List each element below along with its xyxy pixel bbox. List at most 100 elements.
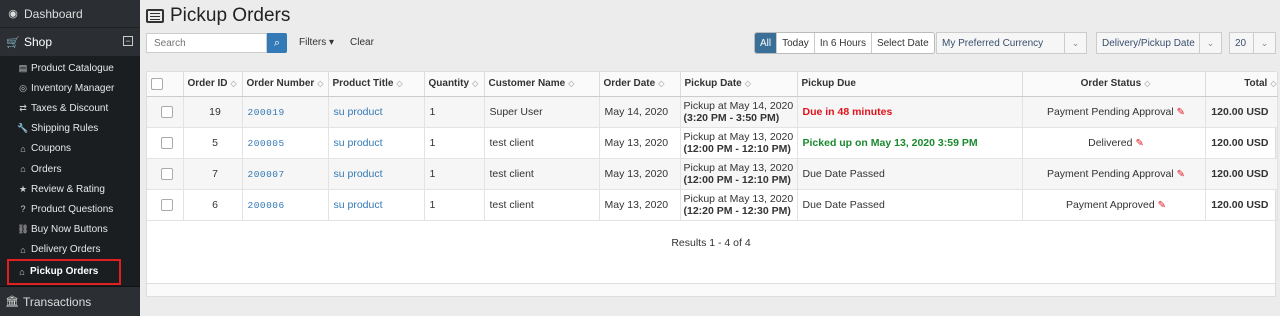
column-header-pickup-date[interactable]: Pickup Date ◇ (680, 72, 798, 97)
currency-select[interactable]: My Preferred Currency ⌄ (936, 32, 1087, 54)
sort-icon[interactable]: ◇ (231, 79, 237, 88)
edit-icon[interactable]: ✎ (1158, 200, 1166, 211)
pickup-due-cell: Due in 48 minutes (797, 96, 1023, 128)
column-header-label: Order Status (1080, 78, 1142, 90)
column-header-quantity[interactable]: Quantity ◇ (424, 72, 485, 97)
sidebar-item-label: Shipping Rules (31, 123, 99, 135)
pickup-date-line: Pickup at May 13, 2020 (683, 192, 794, 205)
order-date-cell: May 13, 2020 (599, 189, 681, 221)
table-row[interactable]: 7 200007 su product 1 test client May 13, 202… (147, 158, 1278, 190)
column-header-pickup-due[interactable]: Pickup Due (797, 72, 1023, 97)
pickup-time-window: (3:20 PM - 3:50 PM) (683, 111, 780, 124)
order-number-link[interactable]: 200005 (248, 138, 285, 149)
column-header-order-id[interactable]: Order ID ◇ (183, 72, 243, 97)
order-number-link[interactable]: 200019 (248, 107, 285, 118)
sort-icon[interactable]: ◇ (745, 79, 751, 88)
pickup-due-text: Due in 48 minutes (802, 105, 893, 118)
filters-dropdown[interactable]: Filters ▾ (299, 37, 334, 48)
product-title-link[interactable]: su product (334, 168, 383, 180)
range-select-date-button[interactable]: Select Date (872, 33, 934, 53)
order-status-text: Payment Approved (1065, 198, 1155, 211)
sidebar-item-label: Delivery Orders (31, 244, 101, 256)
select-all-header[interactable] (147, 72, 184, 97)
order-number-cell: 200019 (242, 96, 329, 128)
sidebar-item-orders[interactable]: ⌂ Orders (0, 159, 140, 179)
table-row[interactable]: 19 200019 su product 1 Super User May 14, 202… (147, 96, 1278, 128)
range-today-button[interactable]: Today (777, 33, 815, 53)
customer-name-cell: Super User (484, 96, 600, 128)
sidebar: ◉ Dashboard 🛒 Shop − ▤ Product Catalogue ◎… (0, 0, 140, 316)
range-in-6-hours-button[interactable]: In 6 Hours (815, 33, 872, 53)
page-size-select[interactable]: 20 ⌄ (1229, 32, 1276, 54)
sort-icon[interactable]: ◇ (396, 79, 402, 88)
column-header-order-number[interactable]: Order Number ◇ (242, 72, 329, 97)
product-title-link[interactable]: su product (334, 137, 383, 149)
range-all-button[interactable]: All (755, 33, 778, 53)
sort-icon[interactable]: ◇ (568, 79, 574, 88)
product-title-link[interactable]: su product (334, 199, 383, 211)
edit-icon[interactable]: ✎ (1177, 169, 1185, 180)
sidebar-item-shipping-rules[interactable]: 🔧 Shipping Rules (0, 119, 140, 139)
date-type-select-value: Delivery/Pickup Date (1102, 37, 1195, 49)
sidebar-item-review-rating[interactable]: ★ Review & Rating (0, 179, 140, 199)
pickup-due-cell: Picked up on May 13, 2020 3:59 PM (797, 127, 1023, 159)
order-number-link[interactable]: 200007 (248, 169, 285, 180)
search-input[interactable] (146, 33, 267, 53)
column-header-label: Pickup Date (684, 78, 742, 90)
order-status-text: Payment Pending Approval (1046, 105, 1174, 118)
column-header-label: Order Date (603, 78, 656, 90)
row-checkbox[interactable] (161, 136, 174, 149)
date-type-select[interactable]: Delivery/Pickup Date ⌄ (1096, 32, 1222, 54)
search-button[interactable]: ⌕ (267, 33, 287, 53)
quantity-cell: 1 (424, 96, 485, 128)
edit-icon[interactable]: ✎ (1135, 138, 1143, 149)
order-status-text: Delivered (1088, 136, 1133, 149)
sidebar-item-product-questions[interactable]: ? Product Questions (0, 199, 140, 219)
page-size-select-value: 20 (1235, 37, 1247, 49)
order-number-link[interactable]: 200006 (248, 200, 285, 211)
sidebar-item-delivery-orders[interactable]: ⌂ Delivery Orders (0, 240, 140, 260)
sort-icon[interactable]: ◇ (472, 79, 478, 88)
sidebar-item-pickup-orders[interactable]: ⌂ Pickup Orders (7, 258, 121, 285)
total-cell: 120.00 USD (1205, 127, 1278, 159)
collapse-icon[interactable]: − (123, 36, 133, 46)
edit-icon[interactable]: ✎ (1177, 107, 1185, 118)
row-checkbox-cell (147, 189, 184, 221)
sidebar-item-taxes-discount[interactable]: ⇄ Taxes & Discount (0, 98, 140, 118)
column-header-customer-name[interactable]: Customer Name ◇ (484, 72, 600, 97)
product-title-link[interactable]: su product (334, 106, 383, 118)
pickup-date-cell: Pickup at May 14, 2020 (3:20 PM - 3:50 PM… (680, 96, 798, 128)
column-header-product-title[interactable]: Product Title ◇ (328, 72, 425, 97)
sidebar-item-transactions[interactable]: 🏛 Transactions (0, 286, 140, 316)
column-header-order-date[interactable]: Order Date ◇ (599, 72, 681, 97)
pickup-due-cell: Due Date Passed (797, 189, 1023, 221)
sort-icon[interactable]: ◇ (317, 79, 323, 88)
currency-select-value: My Preferred Currency (942, 37, 1044, 49)
table-row[interactable]: 5 200005 su product 1 test client May 13, 202… (147, 127, 1278, 159)
sort-icon[interactable]: ◇ (1144, 79, 1150, 88)
order-status-cell: Payment Pending Approval ✎ (1022, 158, 1206, 190)
product-title-cell: su product (328, 96, 425, 128)
sidebar-item-shop[interactable]: 🛒 Shop − (0, 28, 140, 56)
star-icon: ★ (18, 183, 28, 194)
table-row[interactable]: 6 200006 su product 1 test client May 13, 202… (147, 189, 1278, 221)
sidebar-item-buy-now-buttons[interactable]: ⛓ Buy Now Buttons (0, 220, 140, 240)
column-header-order-status[interactable]: Order Status ◇ (1022, 72, 1206, 97)
sidebar-item-dashboard[interactable]: ◉ Dashboard (0, 0, 140, 28)
row-checkbox[interactable] (161, 105, 174, 118)
column-header-total[interactable]: Total ◇ (1205, 72, 1278, 97)
column-header-label: Order ID (187, 78, 228, 90)
sort-icon[interactable]: ◇ (658, 79, 664, 88)
customer-name-cell: test client (484, 189, 600, 221)
sidebar-item-coupons[interactable]: ⌂ Coupons (0, 139, 140, 159)
customer-name-cell: test client (484, 127, 600, 159)
select-all-checkbox[interactable] (151, 77, 163, 90)
row-checkbox[interactable] (161, 167, 174, 180)
sort-icon[interactable]: ◇ (1270, 79, 1276, 88)
sidebar-item-inventory-manager[interactable]: ◎ Inventory Manager (0, 78, 140, 98)
clear-button[interactable]: Clear (350, 37, 374, 48)
sidebar-item-product-catalogue[interactable]: ▤ Product Catalogue (0, 58, 140, 78)
pickup-time-window: (12:20 PM - 12:30 PM) (683, 204, 791, 217)
order-id-cell: 5 (183, 127, 243, 159)
row-checkbox[interactable] (161, 198, 174, 211)
